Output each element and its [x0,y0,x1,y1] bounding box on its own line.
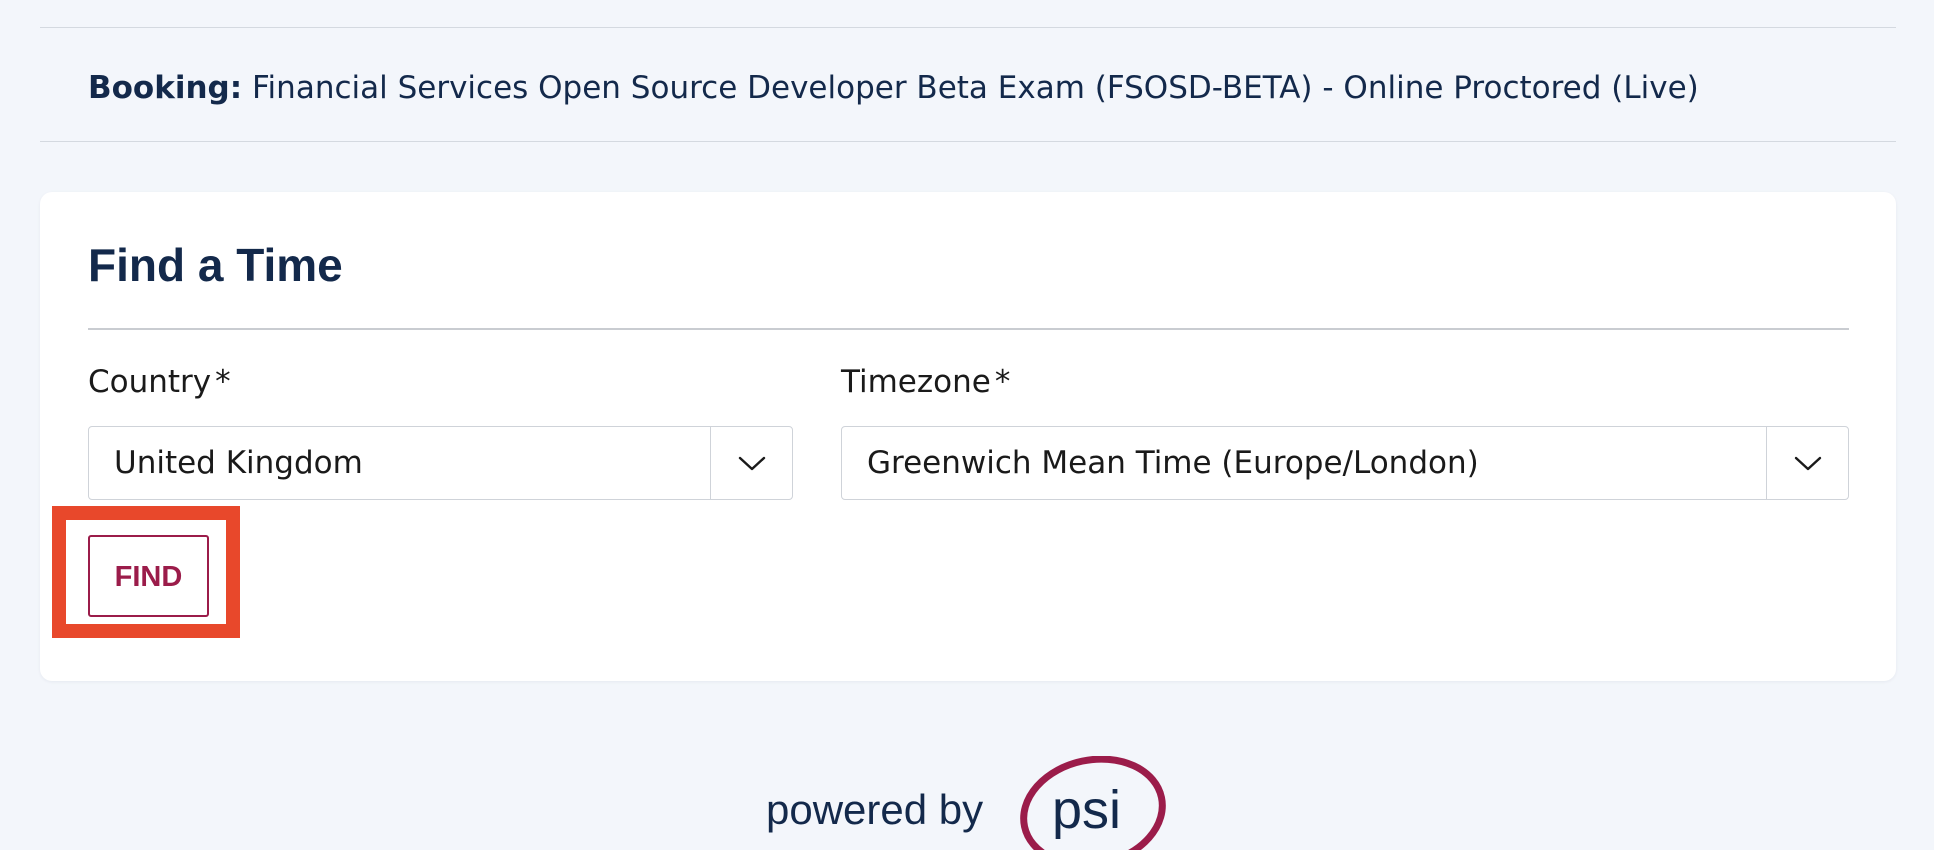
country-required-mark: * [215,364,231,400]
timezone-label: Timezone * [841,362,1010,402]
powered-by-psi-logo: powered by psi [766,756,1166,850]
timezone-dropdown-toggle[interactable] [1766,427,1848,499]
title-divider [88,328,1849,330]
booking-bar: Booking: Financial Services Open Source … [40,28,1896,142]
country-label: Country * [88,362,231,402]
timezone-required-mark: * [994,364,1011,400]
find-button[interactable]: FIND [88,535,209,617]
booking-summary: Booking: Financial Services Open Source … [88,68,1699,108]
find-a-time-card: Find a Time Country * United Kingdom Time… [40,192,1896,681]
timezone-select[interactable]: Greenwich Mean Time (Europe/London) [841,426,1849,500]
timezone-select-value: Greenwich Mean Time (Europe/London) [867,445,1479,481]
country-label-text: Country [88,364,212,400]
booking-exam-name: Financial Services Open Source Developer… [251,70,1699,106]
country-select-value: United Kingdom [114,445,363,481]
timezone-label-text: Timezone [841,364,991,400]
page-title: Find a Time [88,239,343,291]
powered-by-text: powered by [766,786,983,833]
chevron-down-icon [1794,456,1822,471]
chevron-down-icon [738,456,766,471]
country-select[interactable]: United Kingdom [88,426,793,500]
country-dropdown-toggle[interactable] [710,427,792,499]
psi-brand-text: psi [1052,780,1121,840]
booking-label: Booking: [88,70,243,106]
